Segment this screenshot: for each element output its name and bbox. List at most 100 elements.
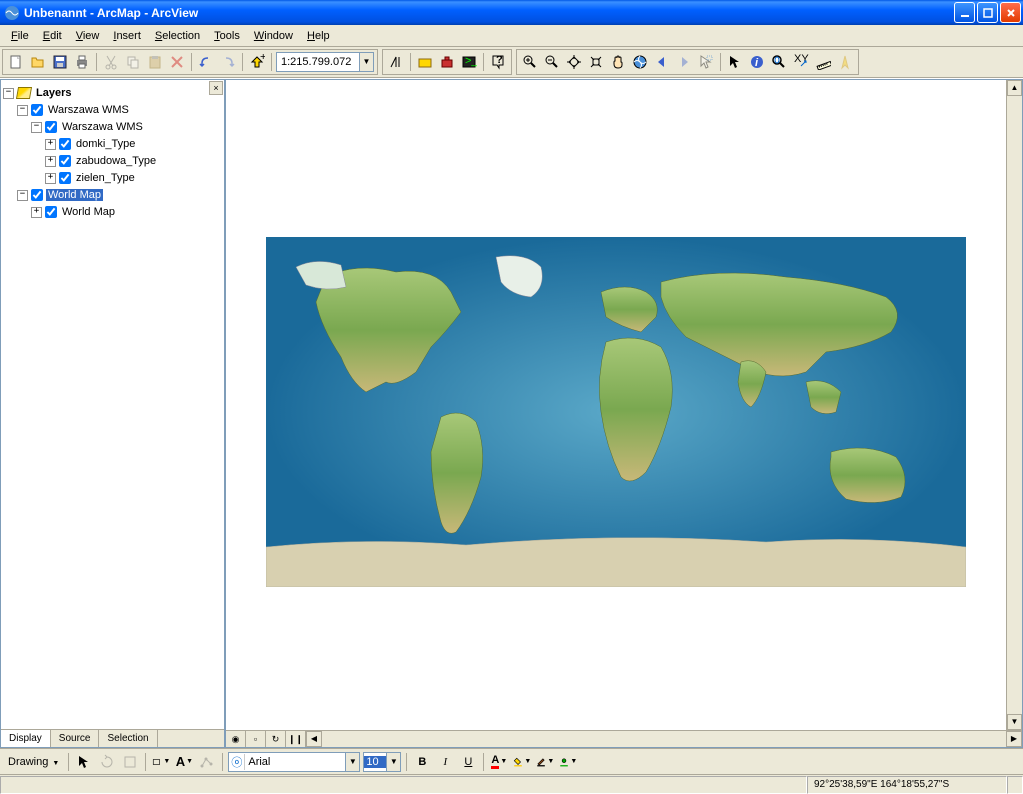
edit-vertices-button[interactable] [197,752,217,772]
forward-extent-button[interactable] [674,52,694,72]
toc-close-button[interactable]: × [209,81,223,95]
rotate-button[interactable] [97,752,117,772]
select-elements-button[interactable] [725,52,745,72]
tree-warszawa-group[interactable]: − Warszawa WMS [3,102,222,118]
bold-button[interactable]: B [412,752,432,772]
new-button[interactable] [6,52,26,72]
print-button[interactable] [72,52,92,72]
scroll-down-icon[interactable]: ▼ [1007,714,1022,730]
copy-button[interactable] [123,52,143,72]
scale-field[interactable] [277,56,359,68]
tree-zabudowa[interactable]: + zabudowa_Type [3,153,222,169]
scale-dropdown-icon[interactable]: ▼ [359,53,373,71]
arctoolbox-button[interactable] [437,52,457,72]
tree-warszawa-wms[interactable]: − Warszawa WMS [3,119,222,135]
pan-button[interactable] [608,52,628,72]
expand-icon[interactable]: + [31,207,42,218]
cut-button[interactable] [101,52,121,72]
menu-window[interactable]: Window [247,28,300,44]
toc-tab-display[interactable]: Display [1,730,51,747]
hyperlink-button[interactable] [835,52,855,72]
select-features-button[interactable] [696,52,716,72]
refresh-view-button[interactable]: ↻ [266,731,286,747]
vertical-scrollbar[interactable]: ▲ ▼ [1006,80,1022,730]
back-extent-button[interactable] [652,52,672,72]
layer-checkbox[interactable] [45,206,57,218]
drawing-label[interactable]: Drawing ▼ [4,756,63,768]
layer-checkbox[interactable] [45,121,57,133]
expand-icon[interactable]: + [45,156,56,167]
scroll-left-icon[interactable]: ◀ [306,731,322,747]
toc-tab-source[interactable]: Source [51,730,100,747]
underline-button[interactable]: U [458,752,478,772]
menu-file[interactable]: File [4,28,36,44]
layer-checkbox[interactable] [59,155,71,167]
redo-button[interactable] [218,52,238,72]
undo-button[interactable] [196,52,216,72]
tree-world-map[interactable]: + World Map [3,204,222,220]
menu-view[interactable]: View [69,28,107,44]
toc-tab-selection[interactable]: Selection [99,730,157,747]
select-elements-button[interactable] [74,752,94,772]
paste-button[interactable] [145,52,165,72]
whats-this-button[interactable]: ? [488,52,508,72]
rectangle-tool-button[interactable]: ▼ [151,752,171,772]
zoom-graphic-button[interactable] [120,752,140,772]
font-selector[interactable]: ⓞ ▼ [228,752,360,772]
tree-root-layers[interactable]: − Layers [3,85,222,101]
find-button[interactable] [769,52,789,72]
font-size-selector[interactable]: ▼ [363,752,401,772]
zoom-out-button[interactable] [542,52,562,72]
fixed-zoom-out-button[interactable] [586,52,606,72]
fixed-zoom-in-button[interactable] [564,52,584,72]
font-color-button[interactable]: A▼ [489,752,509,772]
add-data-button[interactable]: + [247,52,267,72]
zoom-in-button[interactable] [520,52,540,72]
pause-drawing-button[interactable]: ❙❙ [286,731,306,747]
scroll-up-icon[interactable]: ▲ [1007,80,1022,96]
font-dropdown-icon[interactable]: ▼ [345,753,359,771]
command-line-button[interactable]: >_ [459,52,479,72]
measure-button[interactable] [813,52,833,72]
layer-checkbox[interactable] [31,189,43,201]
identify-button[interactable]: i [747,52,767,72]
menu-tools[interactable]: Tools [207,28,247,44]
menu-selection[interactable]: Selection [148,28,207,44]
fill-color-button[interactable]: ▼ [512,752,532,772]
menu-insert[interactable]: Insert [106,28,148,44]
minimize-button[interactable] [954,2,975,23]
horizontal-scrollbar[interactable]: ◀ ▶ [306,731,1022,747]
open-button[interactable] [28,52,48,72]
menu-help[interactable]: Help [300,28,337,44]
text-tool-button[interactable]: A▼ [174,752,194,772]
scroll-right-icon[interactable]: ▶ [1006,731,1022,747]
arccatalog-button[interactable] [415,52,435,72]
expand-icon[interactable]: + [45,173,56,184]
data-view-tab[interactable]: ◉ [226,731,246,747]
marker-color-button[interactable]: ▼ [558,752,578,772]
layer-checkbox[interactable] [31,104,43,116]
scale-input[interactable]: ▼ [276,52,374,72]
tree-zielen[interactable]: + zielen_Type [3,170,222,186]
expand-icon[interactable]: + [45,139,56,150]
expand-icon[interactable]: − [31,122,42,133]
goto-xy-button[interactable]: XY [791,52,811,72]
font-size-field[interactable] [364,756,386,768]
tree-world-group[interactable]: − World Map [3,187,222,203]
layer-checkbox[interactable] [59,172,71,184]
layer-checkbox[interactable] [59,138,71,150]
save-button[interactable] [50,52,70,72]
line-color-button[interactable]: ▼ [535,752,555,772]
maximize-button[interactable] [977,2,998,23]
expand-icon[interactable]: − [3,88,14,99]
delete-button[interactable] [167,52,187,72]
menu-edit[interactable]: Edit [36,28,69,44]
expand-icon[interactable]: − [17,190,28,201]
layout-view-tab[interactable]: ▫ [246,731,266,747]
font-name-field[interactable] [245,756,345,768]
tree-domki[interactable]: + domki_Type [3,136,222,152]
expand-icon[interactable]: − [17,105,28,116]
editor-toolbar-btn1[interactable] [386,52,406,72]
map-canvas[interactable] [226,80,1022,730]
close-button[interactable] [1000,2,1021,23]
